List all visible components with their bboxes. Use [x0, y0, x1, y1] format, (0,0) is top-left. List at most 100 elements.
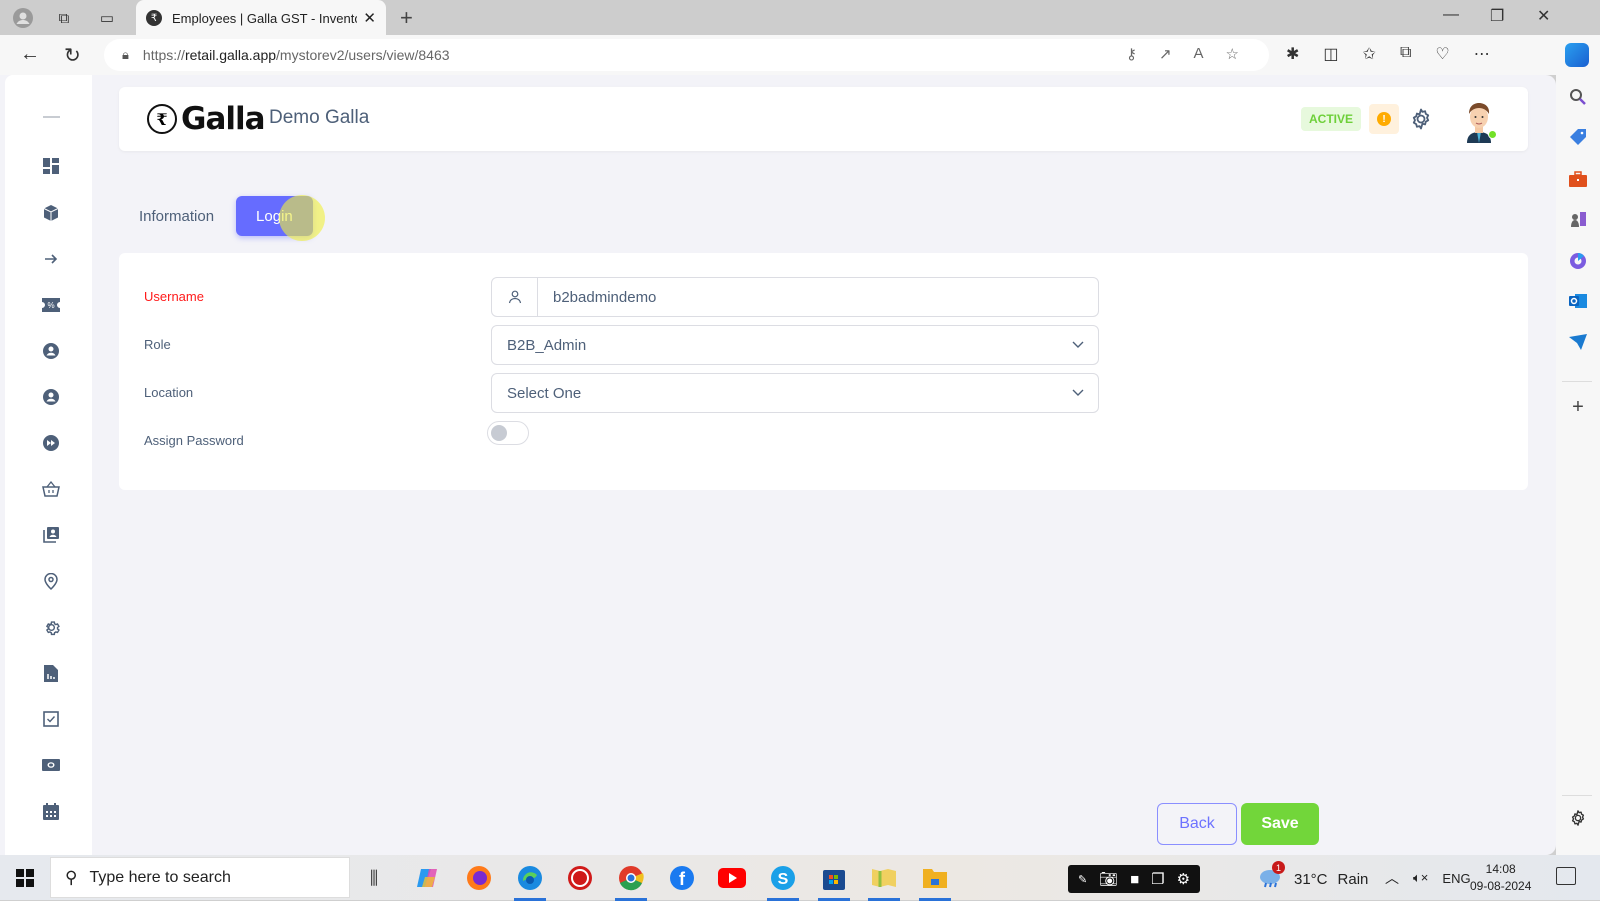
skype-icon[interactable]: S	[767, 862, 799, 901]
location-value: Select One	[507, 384, 582, 402]
assign-password-toggle[interactable]	[487, 421, 529, 445]
sidebar-settings-icon[interactable]	[1568, 808, 1588, 828]
settings-gear-icon[interactable]	[1409, 107, 1433, 131]
favorites-icon[interactable]: ✩	[1363, 44, 1376, 64]
chevron-up-icon[interactable]: ︿	[1385, 868, 1399, 888]
add-icon[interactable]: +	[1568, 396, 1588, 418]
copilot-app-icon[interactable]	[412, 862, 444, 894]
microsoft-store-icon[interactable]	[818, 862, 850, 901]
login-form-card: Username b2badmindemo Role B2B_Admin Loc…	[119, 253, 1528, 490]
copilot-icon[interactable]	[1565, 43, 1589, 67]
weather-alert-badge: 1	[1272, 861, 1285, 874]
split-screen-icon[interactable]: ◫	[1323, 44, 1338, 64]
key-icon[interactable]: ⚷	[1126, 45, 1137, 63]
user-circle-icon[interactable]	[41, 341, 61, 361]
user-avatar[interactable]	[1459, 97, 1499, 143]
tools-icon[interactable]	[1568, 169, 1588, 189]
browser-tab-active[interactable]: ₹ Employees | Galla GST - Inventory ✕	[136, 0, 386, 36]
chrome-icon[interactable]	[615, 862, 647, 901]
close-tab-icon[interactable]: ✕	[363, 9, 376, 27]
arrow-right-icon[interactable]	[41, 249, 61, 269]
open-external-icon[interactable]: ↗	[1159, 45, 1172, 63]
username-label: Username	[144, 289, 204, 304]
outlook-icon[interactable]	[1568, 291, 1588, 311]
collections-icon[interactable]: ⧉	[1400, 44, 1411, 64]
search-icon[interactable]	[1568, 87, 1588, 107]
speaker-muted-icon[interactable]: 🔈︎×	[1413, 870, 1428, 886]
dashboard-icon[interactable]	[41, 156, 61, 176]
extensions-icon[interactable]: ✱	[1286, 44, 1299, 64]
taskbar-search[interactable]: ⚲ Type here to search	[50, 857, 350, 898]
facebook-icon[interactable]: f	[666, 862, 698, 894]
svg-text:%: %	[47, 301, 54, 310]
browser-essentials-icon[interactable]: ♡	[1435, 44, 1449, 64]
weather-widget[interactable]: 1 31°C Rain	[1258, 861, 1369, 893]
send-icon[interactable]	[1568, 332, 1588, 352]
user-icon	[492, 278, 538, 316]
clock-time: 14:08	[1485, 862, 1516, 876]
back-button[interactable]: Back	[1157, 803, 1237, 845]
contacts-icon[interactable]	[41, 525, 61, 545]
file-explorer-icon[interactable]	[919, 862, 951, 901]
url-domain: retail.galla.app	[184, 47, 277, 63]
clock-date: 09-08-2024	[1470, 879, 1532, 893]
store-name: Demo Galla	[269, 107, 370, 128]
restore-icon[interactable]: ❐	[1490, 6, 1504, 26]
profile-icon[interactable]	[12, 7, 34, 29]
url-field[interactable]: 🔒︎ https://retail.galla.app/mystorev2/us…	[104, 39, 1269, 71]
coupon-icon[interactable]: %	[41, 295, 61, 315]
galla-logo[interactable]: ₹ Galla	[147, 101, 266, 137]
user-tabs: Information Login	[119, 196, 313, 236]
more-options-icon[interactable]: ⋯	[1474, 44, 1490, 64]
pen-icon[interactable]: ✎	[1078, 873, 1087, 886]
youtube-icon[interactable]	[716, 862, 748, 894]
vertical-tabs-icon[interactable]: ▭	[96, 7, 118, 29]
close-window-icon[interactable]: ✕	[1537, 6, 1550, 26]
read-aloud-icon[interactable]: A	[1194, 45, 1204, 63]
new-tab-icon[interactable]: +	[400, 5, 413, 31]
firefox-icon[interactable]	[463, 862, 495, 894]
back-arrow-icon[interactable]: ←	[20, 43, 40, 66]
report-icon[interactable]	[41, 663, 61, 683]
workspaces-icon[interactable]: ⧉	[53, 7, 75, 29]
basket-icon[interactable]	[41, 479, 61, 499]
role-select[interactable]: B2B_Admin	[491, 325, 1099, 365]
maps-app-icon[interactable]	[868, 862, 900, 901]
minimize-icon[interactable]: —	[1443, 6, 1459, 24]
language-indicator[interactable]: ENG	[1442, 871, 1470, 886]
calendar-icon[interactable]	[41, 801, 61, 821]
system-clock[interactable]: 14:08 09-08-2024	[1470, 861, 1531, 895]
microsoft365-icon[interactable]	[1568, 251, 1588, 271]
favorite-star-icon[interactable]: ☆	[1226, 45, 1239, 63]
cash-icon[interactable]	[41, 755, 61, 775]
notifications-icon[interactable]	[1556, 867, 1576, 885]
shopping-tag-icon[interactable]	[1568, 127, 1588, 147]
windows-start-icon[interactable]	[16, 869, 34, 887]
window-capture-icon[interactable]: ❐	[1151, 870, 1164, 888]
weather-desc: Rain	[1337, 870, 1369, 888]
checkbox-icon[interactable]	[41, 709, 61, 729]
save-button[interactable]: Save	[1241, 803, 1319, 845]
fast-forward-icon[interactable]	[41, 433, 61, 453]
video-icon[interactable]: ■	[1130, 871, 1139, 888]
location-pin-icon[interactable]	[41, 571, 61, 591]
capture-settings-icon[interactable]: ⚙	[1177, 870, 1190, 888]
user-circle-icon[interactable]	[41, 387, 61, 407]
box-icon[interactable]	[41, 203, 61, 223]
tab-login[interactable]: Login	[236, 196, 313, 236]
edge-icon[interactable]	[514, 862, 546, 901]
rain-cloud-icon: 1	[1258, 861, 1285, 893]
refresh-icon[interactable]: ↻	[64, 43, 81, 68]
camera-icon[interactable]: 📷︎	[1099, 870, 1118, 888]
menu-collapse-icon[interactable]	[43, 116, 60, 118]
location-select[interactable]: Select One	[491, 373, 1099, 413]
tab-information[interactable]: Information	[119, 196, 234, 236]
sidebar-divider	[1562, 381, 1592, 382]
task-view-icon[interactable]: ⫼	[358, 862, 390, 894]
alert-button[interactable]: !	[1369, 104, 1399, 134]
games-icon[interactable]	[1568, 209, 1588, 229]
alert-icon: !	[1377, 112, 1391, 126]
username-field[interactable]: b2badmindemo	[491, 277, 1099, 317]
settings-icon[interactable]	[41, 617, 61, 637]
record-icon[interactable]	[564, 862, 596, 894]
